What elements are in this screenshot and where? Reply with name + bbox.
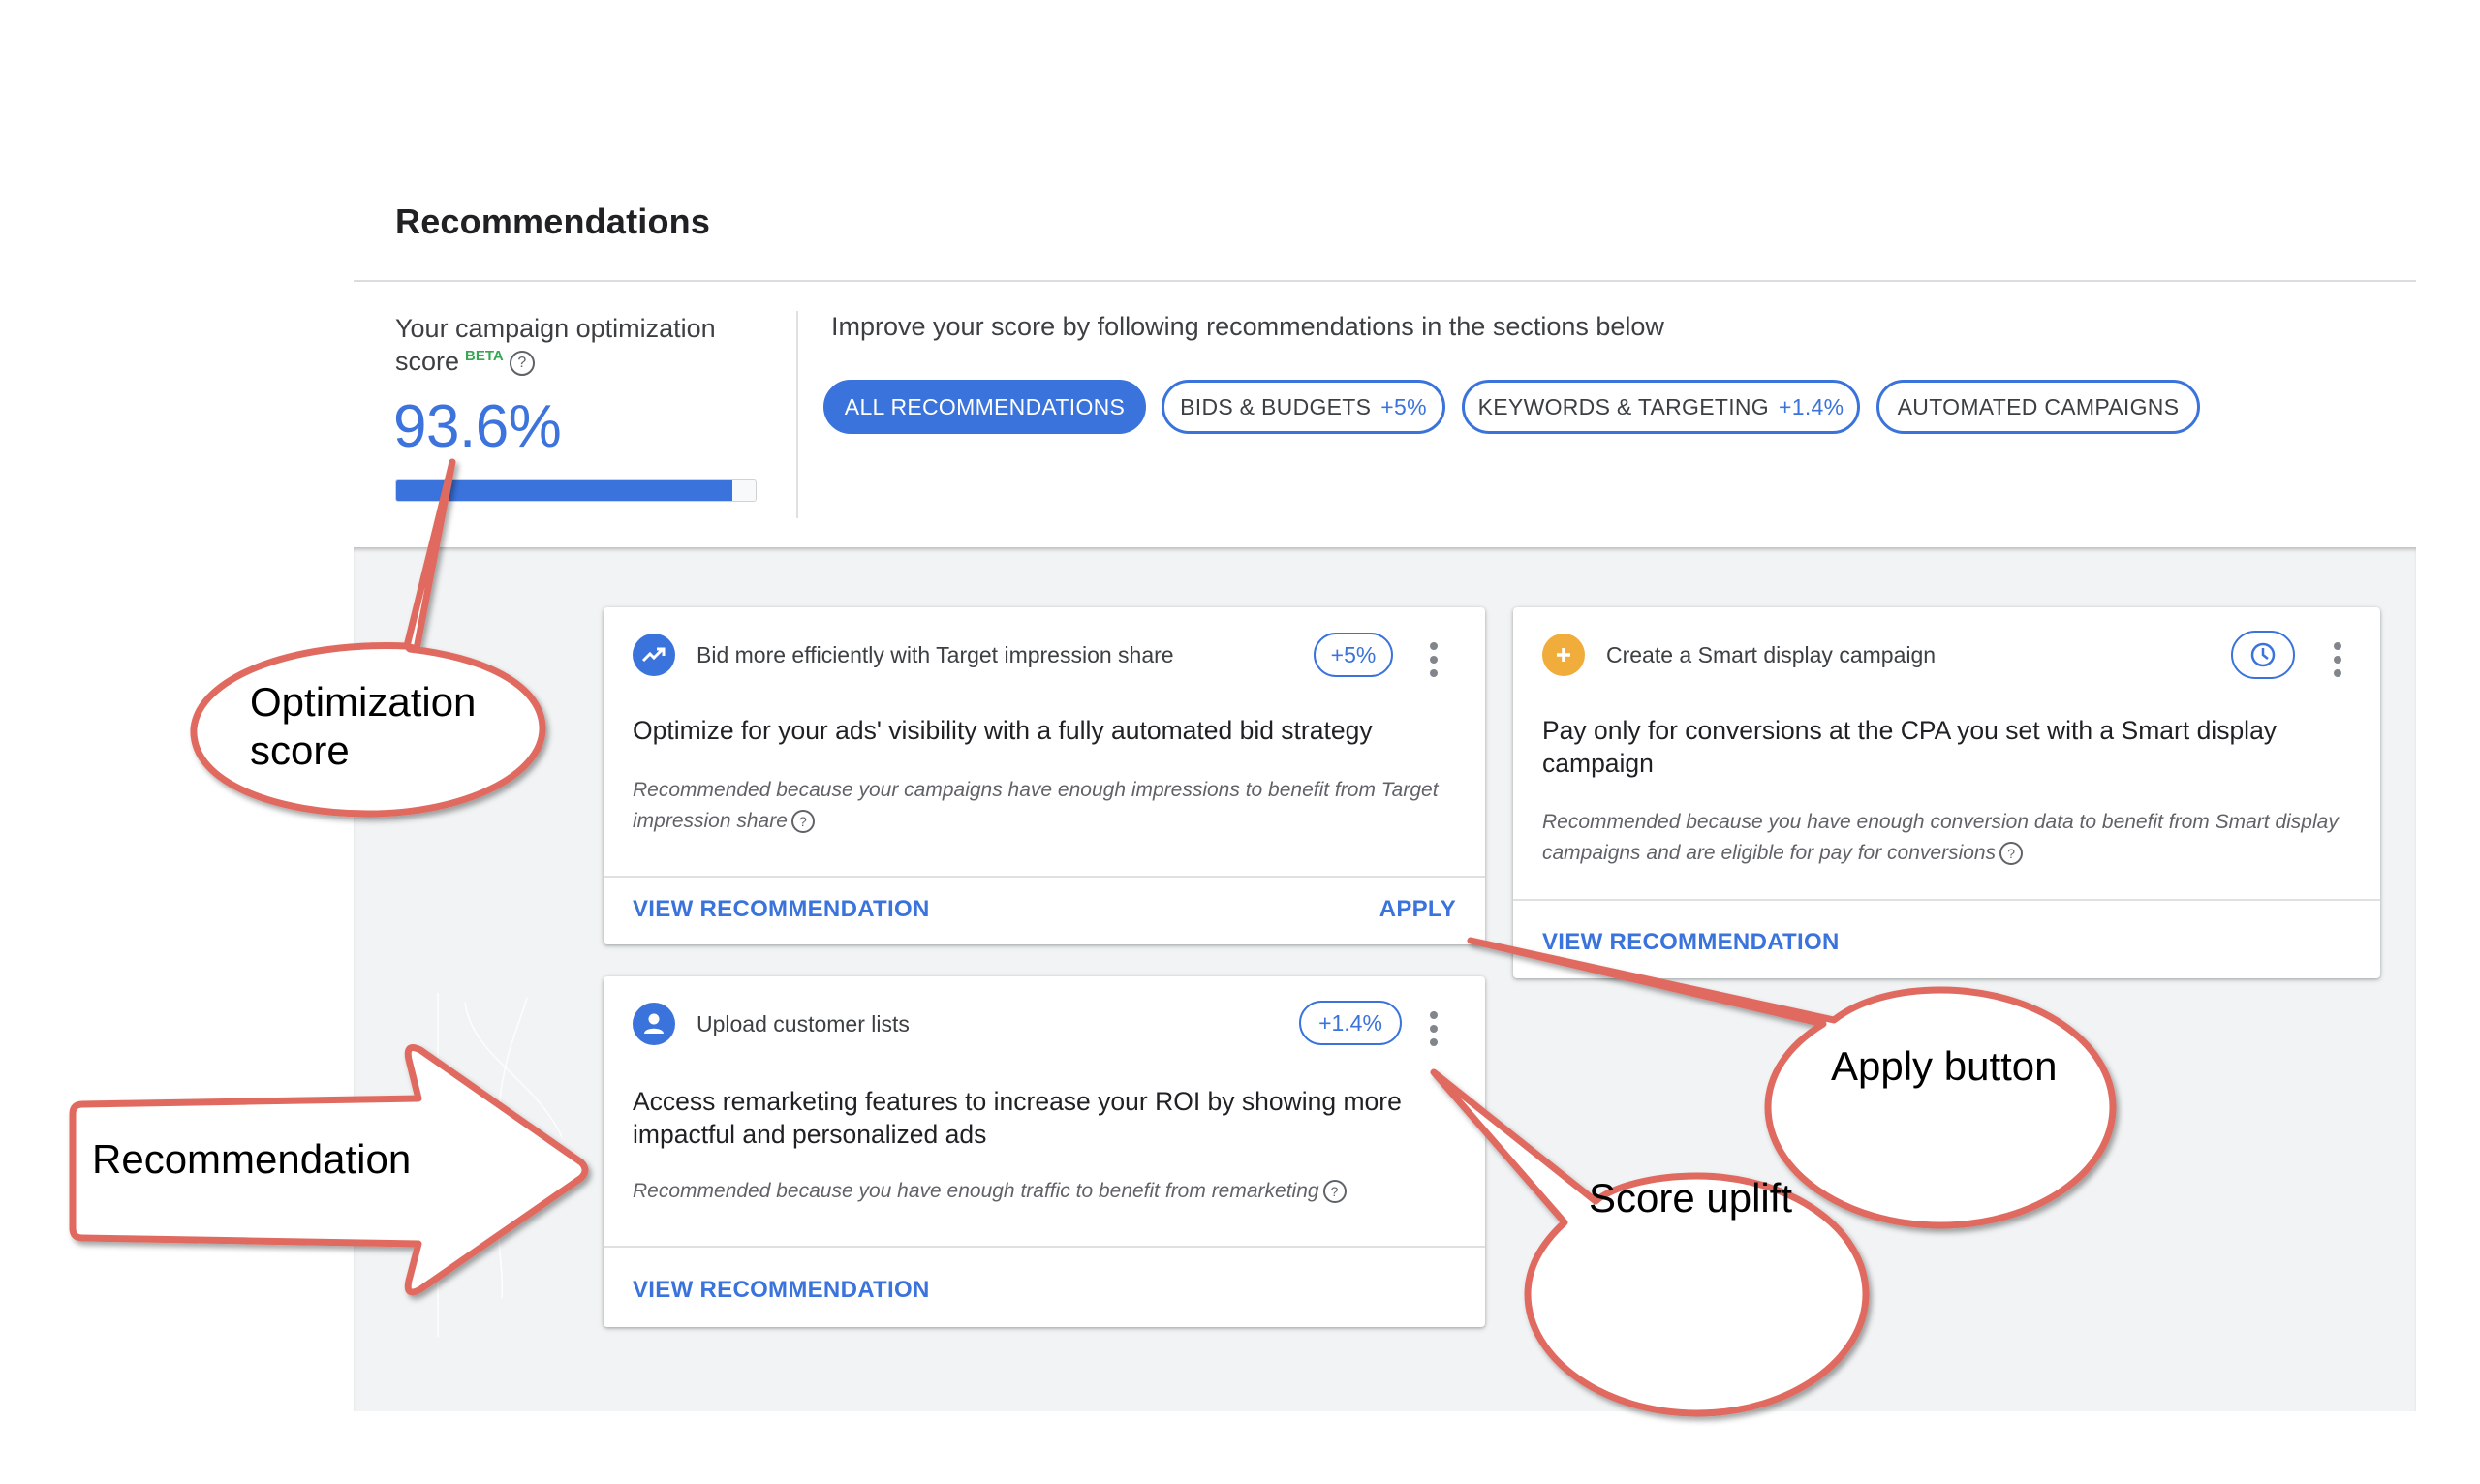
- card-category-title: Bid more efficiently with Target impress…: [697, 642, 1174, 667]
- card-headline: Access remarketing features to increase …: [633, 1087, 1402, 1149]
- recommendation-card-smart-display-campaign: Create a Smart display campaign Pay only…: [1513, 607, 2380, 978]
- chip-uplift: +1.4%: [1779, 394, 1844, 419]
- improve-score-hint: Improve your score by following recommen…: [831, 312, 1664, 341]
- header-divider: [354, 280, 2416, 282]
- card-divider: [604, 876, 1485, 878]
- more-options-icon[interactable]: [1429, 1011, 1439, 1046]
- card-reason: Recommended because you have enough conv…: [1542, 807, 2346, 869]
- annotation-label-recommendation: Recommendation: [92, 1136, 412, 1182]
- filter-chip-automated-campaigns[interactable]: AUTOMATED CAMPAIGNS: [1876, 380, 2200, 434]
- apply-button[interactable]: APPLY: [1380, 896, 1456, 923]
- card-reason-text: Recommended because you have enough traf…: [633, 1180, 1319, 1202]
- help-circle-icon[interactable]: ?: [509, 350, 535, 376]
- view-recommendation-button[interactable]: VIEW RECOMMENDATION: [633, 1277, 930, 1304]
- recommendation-card-upload-customer-lists: Upload customer lists +1.4% Access remar…: [604, 976, 1485, 1327]
- filter-chip-bids-budgets[interactable]: BIDS & BUDGETS +5%: [1162, 380, 1445, 434]
- help-circle-icon[interactable]: ?: [1322, 1180, 1347, 1204]
- card-headline: Optimize for your ads' visibility with a…: [633, 716, 1373, 745]
- score-uplift-badge: +5%: [1314, 633, 1393, 677]
- optimization-score-progress-bar: [395, 479, 757, 502]
- card-category-title: Create a Smart display campaign: [1606, 642, 1937, 667]
- chip-uplift: +5%: [1380, 394, 1427, 419]
- filter-chip-keywords-targeting[interactable]: KEYWORDS & TARGETING +1.4%: [1462, 380, 1860, 434]
- chip-label: BIDS & BUDGETS: [1180, 394, 1372, 419]
- clock-icon: [2231, 631, 2295, 679]
- recommendation-card-target-impression-share: Bid more efficiently with Target impress…: [604, 607, 1485, 944]
- card-divider: [1513, 899, 2380, 901]
- person-icon: [633, 1003, 675, 1045]
- plus-icon: [1542, 634, 1585, 676]
- card-category-title: Upload customer lists: [697, 1011, 910, 1036]
- help-circle-icon[interactable]: ?: [2000, 842, 2024, 866]
- card-reason: Recommended because your campaigns have …: [633, 775, 1456, 837]
- chip-label: KEYWORDS & TARGETING: [1477, 394, 1769, 419]
- score-label-text: Your campaign optimization score: [395, 314, 716, 376]
- card-reason-text: Recommended because your campaigns have …: [633, 779, 1439, 832]
- card-headline: Pay only for conversions at the CPA you …: [1542, 716, 2278, 778]
- score-uplift-badge: +1.4%: [1299, 1001, 1402, 1045]
- trending-up-icon: [633, 634, 675, 676]
- chip-label: AUTOMATED CAMPAIGNS: [1897, 394, 2180, 419]
- annotation-label-apply-button: Apply button: [1831, 1043, 2058, 1089]
- view-recommendation-button[interactable]: VIEW RECOMMENDATION: [1542, 929, 1840, 956]
- decorative-lines: [437, 993, 562, 1337]
- chip-label: ALL RECOMMENDATIONS: [844, 394, 1126, 419]
- card-divider: [604, 1246, 1485, 1248]
- optimization-score-value: 93.6%: [393, 393, 562, 460]
- beta-badge: BETA: [465, 348, 504, 364]
- page-title: Recommendations: [395, 201, 711, 241]
- more-options-icon[interactable]: [2333, 642, 2342, 677]
- optimization-score-progress-fill: [396, 480, 733, 501]
- help-circle-icon[interactable]: ?: [790, 810, 815, 834]
- card-reason-text: Recommended because you have enough conv…: [1542, 811, 2339, 864]
- card-reason: Recommended because you have enough traf…: [633, 1176, 1475, 1207]
- filter-chip-all-recommendations[interactable]: ALL RECOMMENDATIONS: [823, 380, 1146, 434]
- annotation-label-optimization-score: Optimization score: [250, 679, 477, 773]
- annotation-label-score-uplift: Score uplift: [1589, 1175, 1793, 1221]
- section-divider: [796, 311, 798, 518]
- optimization-score-label: Your campaign optimization score BETA?: [395, 312, 783, 378]
- view-recommendation-button[interactable]: VIEW RECOMMENDATION: [633, 896, 930, 923]
- more-options-icon[interactable]: [1429, 642, 1439, 677]
